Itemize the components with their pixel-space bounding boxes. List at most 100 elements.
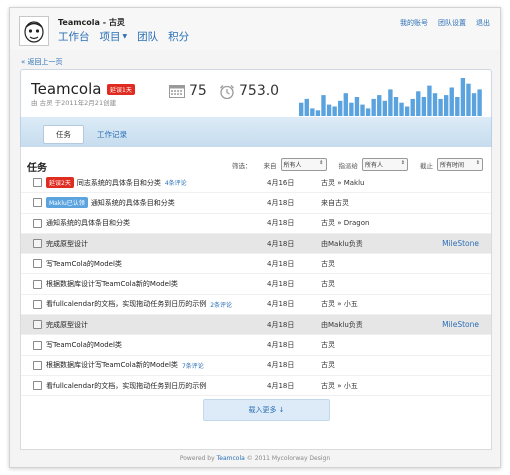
from-label: 来自 <box>263 161 277 170</box>
milestone-title[interactable]: 完成原型设计 <box>46 239 88 249</box>
main-nav: 工作台 项目 ▼ 团队 积分 <box>58 29 189 44</box>
task-date: 4月18日 <box>267 300 295 309</box>
activity-bar <box>443 95 449 116</box>
task-row[interactable]: 写TeamCola的Model类 4月18日 古灵 <box>21 335 491 356</box>
task-checkbox[interactable] <box>33 340 42 350</box>
task-row[interactable]: 看fullcalendar的文档，实现拖动任务到日历的示例 2条评论 4月18日 … <box>21 295 491 316</box>
task-row[interactable]: 延误2天 同志系统的具体条目和分类 4条评论 4月16日 古灵 » Maklu <box>21 173 491 194</box>
activity-bar <box>321 95 326 116</box>
task-row[interactable]: 根据数据库设计写TeamCola新的Model类 7条评论 4月18日 古灵 <box>21 356 491 376</box>
task-title[interactable]: 写TeamCola的Model类 <box>46 340 122 350</box>
task-title-cell: 看fullcalendar的文档，实现拖动任务到日历的示例 <box>46 381 206 391</box>
task-assignee: 来自古灵 <box>321 198 349 207</box>
task-list: 延误2天 同志系统的具体条目和分类 4条评论 4月16日 古灵 » Maklu Ma… <box>21 173 491 397</box>
task-checkbox[interactable] <box>33 198 42 208</box>
milestone-checkbox[interactable] <box>33 320 42 330</box>
nav-points-label: 积分 <box>168 31 190 43</box>
due-select[interactable]: 所有时间 ⇕ <box>437 158 483 171</box>
milestone-row[interactable]: 完成原型设计 4月18日 由Maklu负责 MileStone <box>21 315 491 336</box>
nav-projects[interactable]: 项目 ▼ <box>100 29 128 44</box>
task-title-cell: 根据数据库设计写TeamCola新的Model类 7条评论 <box>46 360 204 370</box>
nav-team[interactable]: 团队 <box>137 29 158 44</box>
footer-copyright: © 2011 Mycolorway Design <box>246 454 331 462</box>
task-title[interactable]: 看fullcalendar的文档，实现拖动任务到日历的示例 <box>46 381 206 391</box>
comment-count-link[interactable]: 2条评论 <box>210 300 232 309</box>
task-row[interactable]: Maklu已认领 通知系统的具体条目和分类 4月18日 来自古灵 <box>21 193 491 214</box>
activity-bar <box>438 98 443 116</box>
task-title-cell: 看fullcalendar的文档，实现拖动任务到日历的示例 2条评论 <box>46 299 232 309</box>
task-assignee: 古灵 » 小五 <box>321 381 358 390</box>
nav-team-label: 团队 <box>137 31 159 43</box>
task-row[interactable]: 看fullcalendar的文档，实现拖动任务到日历的示例 4月18日 古灵 »… <box>21 376 491 397</box>
footer-teamcola-link[interactable]: Teamcola <box>217 455 245 462</box>
logout-link[interactable]: 退出 <box>476 18 490 28</box>
assign-select[interactable]: 所有人 ⇕ <box>362 158 408 171</box>
nav-points[interactable]: 积分 <box>168 29 189 44</box>
task-title[interactable]: 看fullcalendar的文档，实现拖动任务到日历的示例 <box>46 299 206 309</box>
milestone-owner: 由Maklu负责 <box>321 239 363 248</box>
load-more-button[interactable]: 载入更多 ↓ <box>203 399 330 421</box>
task-checkbox[interactable] <box>33 218 42 228</box>
due-select-value: 所有时间 <box>440 162 465 169</box>
activity-bar <box>315 110 321 116</box>
avatar[interactable] <box>19 16 49 46</box>
comment-count-link[interactable]: 4条评论 <box>165 178 187 187</box>
back-link[interactable]: « 返回上一页 <box>21 57 63 67</box>
milestone-label: MileStone <box>442 320 479 330</box>
task-assignee: 古灵 <box>321 361 335 370</box>
task-checkbox[interactable] <box>33 360 42 370</box>
from-select[interactable]: 所有人 ⇕ <box>280 158 327 171</box>
task-checkbox[interactable] <box>33 279 42 289</box>
activity-bar <box>421 97 427 116</box>
task-checkbox[interactable] <box>33 178 42 188</box>
alarm-clock-icon <box>220 84 234 99</box>
task-row[interactable]: 根据数据库设计写TeamCola新的Model类 4月18日 古灵 <box>21 274 491 295</box>
milestone-row[interactable]: 完成原型设计 4月18日 由Maklu负责 MileStone <box>21 233 491 255</box>
late-tag: 延误2天 <box>46 177 74 189</box>
task-title[interactable]: 根据数据库设计写TeamCola新的Model类 <box>46 279 178 289</box>
brand-title: Teamcola - 古灵 <box>58 18 125 27</box>
activity-bar <box>382 100 388 116</box>
claimed-tag: Maklu已认领 <box>46 197 88 209</box>
team-settings-link[interactable]: 团队设置 <box>438 18 466 28</box>
activity-bar <box>404 106 410 116</box>
activity-bar <box>371 98 376 116</box>
task-row[interactable]: 写TeamCola的Model类 4月18日 古灵 <box>21 254 491 275</box>
tab-tasks[interactable]: 任务 <box>43 125 84 144</box>
task-title[interactable]: 写TeamCola的Model类 <box>46 259 122 269</box>
assign-select-value: 所有人 <box>365 162 384 169</box>
caret-down-icon: ▼ <box>122 33 128 40</box>
tab-work-log[interactable]: 工作记录 <box>85 126 139 143</box>
task-count-stat: 75 <box>169 83 207 99</box>
task-filters: 筛选： 来自 所有人 ⇕ 指派给 所有人 ⇕ 截止 所有时间 ⇕ <box>232 158 483 171</box>
task-checkbox[interactable] <box>33 259 42 269</box>
late-badge: 延误1天 <box>107 84 135 95</box>
task-row[interactable]: 通知系统的具体条目和分类 4月18日 古灵 » Dragon <box>21 214 491 234</box>
milestone-date: 4月18日 <box>267 239 295 248</box>
activity-bar <box>471 93 477 116</box>
task-date: 4月18日 <box>267 198 295 207</box>
milestone-title[interactable]: 完成原型设计 <box>46 320 88 330</box>
task-checkbox[interactable] <box>33 381 42 391</box>
task-date: 4月18日 <box>267 361 295 370</box>
activity-bar <box>410 98 415 116</box>
activity-bar <box>455 97 460 116</box>
activity-bar <box>427 85 432 116</box>
task-title[interactable]: 根据数据库设计写TeamCola新的Model类 <box>46 360 178 370</box>
task-title-cell: 写TeamCola的Model类 <box>46 259 122 269</box>
app-window: Teamcola - 古灵 工作台 项目 ▼ 团队 积分 我的账号 团队设置 退出… <box>9 7 501 468</box>
task-title[interactable]: 通知系统的具体条目和分类 <box>46 218 130 228</box>
my-account-link[interactable]: 我的账号 <box>400 18 428 28</box>
task-title[interactable]: 通知系统的具体条目和分类 <box>91 198 175 208</box>
task-date: 4月18日 <box>267 381 295 390</box>
task-title[interactable]: 同志系统的具体条目和分类 <box>77 178 161 188</box>
task-title-cell: 写TeamCola的Model类 <box>46 340 122 350</box>
task-date: 4月18日 <box>267 219 295 228</box>
milestone-checkbox[interactable] <box>33 239 42 249</box>
comment-count-link[interactable]: 7条评论 <box>182 361 204 370</box>
nav-workbench[interactable]: 工作台 <box>58 29 90 44</box>
task-checkbox[interactable] <box>33 299 42 309</box>
top-header: Teamcola - 古灵 工作台 项目 ▼ 团队 积分 我的账号 团队设置 退出 <box>10 8 500 50</box>
activity-bar <box>449 87 454 116</box>
milestone-owner: 由Maklu负责 <box>321 320 363 329</box>
